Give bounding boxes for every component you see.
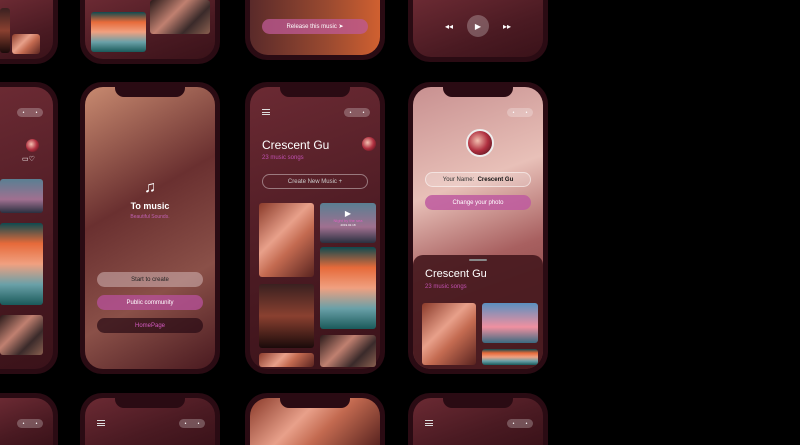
card-date: 2019.02.18	[340, 223, 356, 227]
create-new-music-button[interactable]: Create New Music +	[262, 174, 368, 189]
thumbnail[interactable]	[259, 203, 314, 277]
avatar[interactable]	[362, 137, 376, 151]
bottom-sheet: Crescent Gu 23 music songs	[413, 255, 543, 369]
sheet-name: Crescent Gu	[425, 268, 487, 280]
app-subtitle: Beautiful Sounds.	[130, 214, 170, 220]
homepage-button[interactable]: HomePage	[97, 318, 203, 333]
phone-profile: • • Crescent Gu 23 music songs Create New…	[245, 82, 385, 374]
change-photo-button[interactable]: Change your photo	[425, 195, 531, 210]
avatar	[26, 139, 39, 152]
phone-bottom-3	[245, 393, 385, 445]
menu-icon[interactable]	[97, 420, 105, 426]
thumbnail	[0, 315, 43, 355]
menu-icon[interactable]	[425, 420, 433, 426]
play-icon[interactable]: ▶	[320, 209, 376, 218]
phone-bottom-4: • •	[408, 393, 548, 445]
status-toggle[interactable]: • •	[507, 108, 533, 117]
avatar[interactable]	[466, 129, 494, 157]
rewind-icon[interactable]: ◂◂	[445, 22, 453, 31]
thumbnail[interactable]	[320, 335, 376, 367]
phone-splash: ♫ To music Beautiful Sounds. Start to cr…	[80, 82, 220, 374]
sheet-song-count: 23 music songs	[425, 284, 467, 290]
list-heart-icons[interactable]: ▭♡	[22, 155, 35, 163]
status-toggle[interactable]: • •	[507, 419, 533, 428]
thumbnail	[150, 0, 210, 34]
phone-top-left	[0, 0, 58, 64]
thumbnail[interactable]	[259, 284, 314, 348]
phone-bottom-2: • •	[80, 393, 220, 445]
status-toggle[interactable]: • •	[179, 419, 205, 428]
music-card[interactable]: ▶ Night by the sea 2019.02.18	[320, 203, 376, 243]
thumbnail	[91, 12, 146, 52]
song-count: 23 music songs	[262, 155, 304, 161]
phone-top-2	[80, 0, 220, 64]
status-toggle[interactable]: • •	[17, 108, 43, 117]
sheet-handle[interactable]	[469, 259, 487, 261]
phone-left-partial: • • ▭♡	[0, 82, 58, 374]
fast-forward-icon[interactable]: ▸▸	[503, 22, 511, 31]
release-button[interactable]: Release this music ➤	[262, 19, 368, 34]
music-note-icon: ♫	[144, 179, 156, 196]
thumbnail[interactable]	[422, 303, 476, 365]
status-toggle[interactable]: • •	[17, 419, 43, 428]
name-value: Crescent Gu	[477, 176, 514, 183]
status-toggle[interactable]: • •	[344, 108, 370, 117]
phone-settings: • • Your Name: Crescent Gu Change your ph…	[408, 82, 548, 374]
send-icon: ➤	[338, 24, 344, 30]
thumbnail	[12, 34, 40, 54]
thumbnail[interactable]	[259, 353, 314, 367]
phone-player: ◂◂ ▶ ▸▸	[408, 0, 548, 62]
menu-icon[interactable]	[262, 109, 270, 115]
app-title: To music	[130, 201, 170, 211]
profile-name: Crescent Gu	[262, 138, 330, 152]
thumbnail	[0, 223, 43, 305]
start-to-create-button[interactable]: Start to create	[97, 272, 203, 287]
music-card[interactable]	[0, 179, 43, 213]
play-button[interactable]: ▶	[467, 15, 489, 37]
thumbnail[interactable]	[320, 247, 376, 329]
phone-release: Release this music ➤	[245, 0, 385, 60]
thumbnail	[0, 8, 10, 53]
public-community-button[interactable]: Public community	[97, 295, 203, 310]
release-label: Release this music	[286, 23, 337, 30]
thumbnail[interactable]	[482, 303, 538, 343]
thumbnail[interactable]	[482, 349, 538, 365]
name-field[interactable]: Your Name: Crescent Gu	[425, 172, 531, 187]
name-label: Your Name:	[442, 176, 475, 183]
phone-bottom-1: • •	[0, 393, 58, 445]
